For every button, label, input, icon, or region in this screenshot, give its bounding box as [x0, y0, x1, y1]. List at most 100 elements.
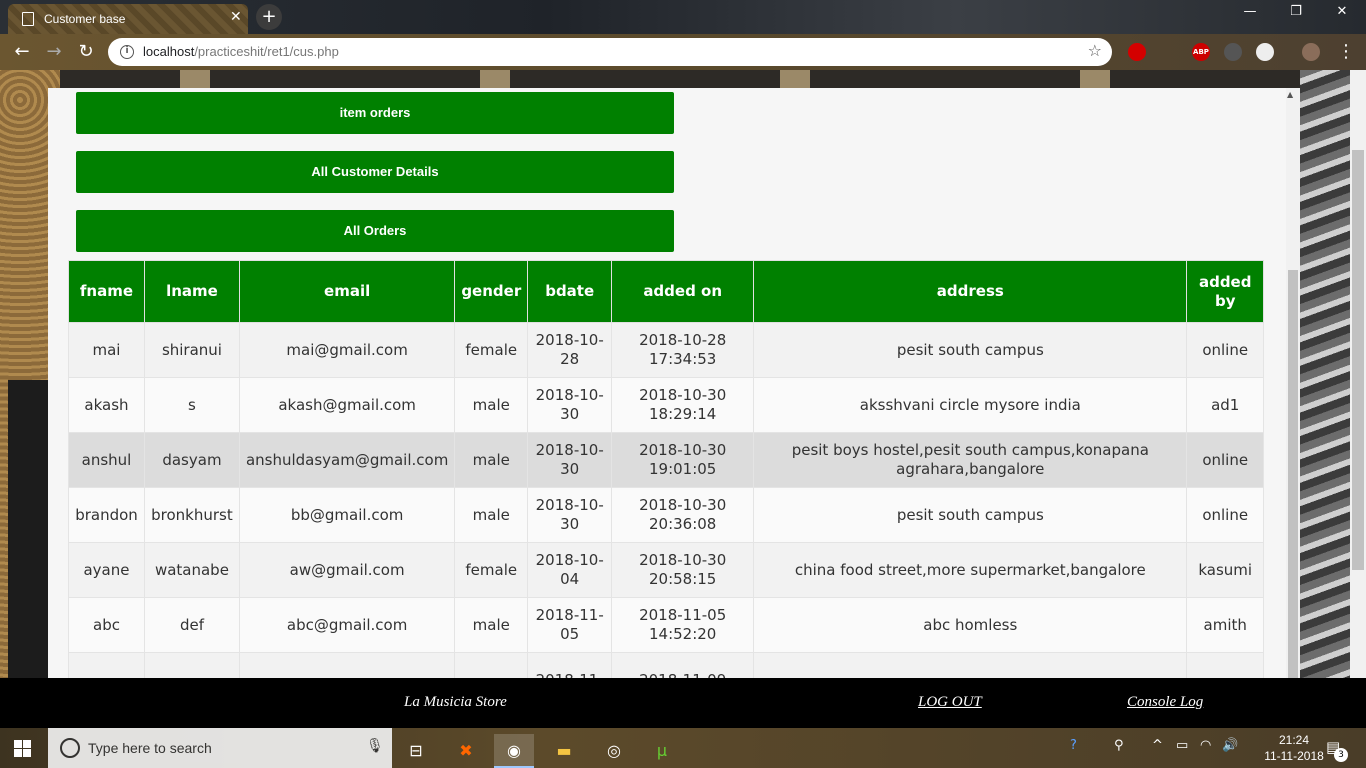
- cell-lname: bronkhurst: [143, 487, 240, 543]
- cell-lname: def: [143, 597, 240, 653]
- header-email[interactable]: email: [238, 260, 456, 323]
- tab-title: Customer base: [44, 12, 126, 26]
- cell-added-on: 2018-11-05 14:52:20: [611, 597, 755, 653]
- content-panel: item orders All Customer Details All Ord…: [48, 88, 1300, 678]
- battery-icon[interactable]: ▭: [1176, 738, 1188, 753]
- info-icon[interactable]: i: [120, 45, 134, 59]
- media-player-icon[interactable]: ◎: [594, 734, 634, 768]
- header-address[interactable]: address: [753, 260, 1188, 323]
- inner-scrollbar-thumb[interactable]: [1288, 270, 1298, 678]
- search-placeholder: Type here to search: [88, 740, 212, 756]
- cell-lname: shiranui: [143, 322, 240, 378]
- scroll-up-arrow-icon[interactable]: ▲: [1287, 90, 1293, 99]
- close-window-icon[interactable]: ✕: [1330, 4, 1354, 19]
- cell-added-on: 2018-11-09: [611, 652, 755, 678]
- address-bar[interactable]: i localhost/practiceshit/ret1/cus.php ☆: [108, 38, 1112, 66]
- close-tab-icon[interactable]: ✕: [230, 9, 242, 25]
- cell-email: anshuldasyam@gmail.com: [238, 432, 456, 488]
- header-bdate[interactable]: bdate: [527, 260, 613, 323]
- cell-added-by: online: [1186, 322, 1264, 378]
- store-name: La Musicia Store: [404, 694, 507, 710]
- cell-gender: female: [454, 322, 529, 378]
- header-gender[interactable]: gender: [454, 260, 529, 323]
- cell-fname: mai: [68, 322, 145, 378]
- background-right: [1300, 70, 1350, 678]
- windows-taskbar: Type here to search 🎙 ⊟ ✖ ◉ ▬ ◎ µ ? ⚲ ^ …: [0, 728, 1366, 768]
- cell-added-on: 2018-10-30 19:01:05: [611, 432, 755, 488]
- back-arrow-icon[interactable]: ←: [10, 40, 34, 64]
- customer-table: fname lname email gender bdate added on …: [68, 260, 1264, 678]
- wifi-icon[interactable]: ◠: [1200, 738, 1211, 753]
- restore-icon[interactable]: ❐: [1284, 4, 1308, 19]
- item-orders-button[interactable]: item orders: [76, 92, 674, 134]
- profile-avatar[interactable]: [1302, 43, 1320, 61]
- cell-fname: akash: [68, 377, 145, 433]
- cell-added-on: 2018-10-30 18:29:14: [611, 377, 755, 433]
- all-customer-details-button[interactable]: All Customer Details: [76, 151, 674, 193]
- cell-gender: male: [454, 487, 529, 543]
- cell-lname: [143, 652, 240, 678]
- extension-icon[interactable]: [1224, 43, 1242, 61]
- page-scrollbar-thumb[interactable]: [1352, 150, 1364, 570]
- cell-fname: abc: [68, 597, 145, 653]
- utorrent-icon[interactable]: µ: [642, 734, 682, 768]
- extension-stop-icon[interactable]: [1128, 43, 1146, 61]
- volume-icon[interactable]: 🔊: [1222, 738, 1238, 753]
- console-log-link[interactable]: Console Log: [1127, 694, 1203, 711]
- table-row: ayane watanabe aw@gmail.com female 2018-10-0…: [68, 542, 1264, 598]
- cell-email: abc@gmail.com: [238, 597, 456, 653]
- extension-face-icon[interactable]: [1256, 43, 1274, 61]
- table-row: akash s akash@gmail.com male 2018-10-30 2018-…: [68, 377, 1264, 433]
- bookmark-star-icon[interactable]: ☆: [1088, 41, 1102, 60]
- cell-gender: female: [454, 542, 529, 598]
- header-fname[interactable]: fname: [68, 260, 145, 323]
- cell-address: pesit boys hostel,pesit south campus,kon…: [753, 432, 1188, 488]
- logout-link[interactable]: LOG OUT: [918, 694, 982, 711]
- cell-gender: male: [454, 432, 529, 488]
- cell-gender: male: [454, 377, 529, 433]
- cell-email: akash@gmail.com: [238, 377, 456, 433]
- browser-toolbar: ← → ↻ i localhost/practiceshit/ret1/cus.…: [0, 34, 1366, 70]
- cell-gender: [454, 652, 529, 678]
- forward-arrow-icon[interactable]: →: [42, 40, 66, 64]
- new-tab-button[interactable]: +: [256, 4, 282, 30]
- cell-added-by: kasumi: [1186, 542, 1264, 598]
- cell-fname: [68, 652, 145, 678]
- xampp-icon[interactable]: ✖: [446, 734, 486, 768]
- taskbar-clock[interactable]: 21:24 11-11-2018: [1262, 732, 1326, 764]
- chrome-icon[interactable]: ◉: [494, 734, 534, 768]
- adblock-icon[interactable]: ABP: [1192, 43, 1210, 61]
- table-row: 2018-11-2018-11-09: [68, 652, 1264, 678]
- cell-lname: watanabe: [143, 542, 240, 598]
- background-top: [60, 70, 1300, 90]
- minimize-icon[interactable]: —: [1238, 4, 1262, 19]
- cell-address: pesit south campus: [753, 322, 1188, 378]
- task-view-icon[interactable]: ⊟: [396, 734, 436, 768]
- people-icon[interactable]: ⚲: [1114, 738, 1124, 753]
- header-lname[interactable]: lname: [143, 260, 240, 323]
- cell-bdate: 2018-11-05: [527, 597, 613, 653]
- cell-bdate: 2018-10-30: [527, 432, 613, 488]
- menu-icon[interactable]: ⋮: [1334, 40, 1358, 64]
- cell-gender: male: [454, 597, 529, 653]
- header-added-by[interactable]: added by: [1186, 260, 1264, 323]
- file-explorer-icon[interactable]: ▬: [544, 734, 584, 768]
- table-row: anshul dasyam anshuldasyam@gmail.com male 20…: [68, 432, 1264, 488]
- browser-tab[interactable]: Customer base ✕: [8, 4, 248, 34]
- help-icon[interactable]: ?: [1070, 738, 1077, 753]
- background-left-dark: [8, 380, 50, 678]
- taskbar-search-box[interactable]: Type here to search 🎙: [48, 728, 392, 768]
- cell-added-by: amith: [1186, 597, 1264, 653]
- site-footer: La Musicia Store LOG OUT Console Log: [0, 678, 1366, 728]
- cell-address: abc homless: [753, 597, 1188, 653]
- cell-address: china food street,more supermarket,banga…: [753, 542, 1188, 598]
- header-added-on[interactable]: added on: [611, 260, 755, 323]
- all-orders-button[interactable]: All Orders: [76, 210, 674, 252]
- windows-start-icon[interactable]: [14, 740, 32, 758]
- cell-bdate: 2018-10-04: [527, 542, 613, 598]
- reload-icon[interactable]: ↻: [74, 40, 98, 64]
- microphone-icon[interactable]: 🎙: [366, 738, 384, 754]
- chevron-up-icon[interactable]: ^: [1152, 738, 1163, 753]
- cortana-icon: [60, 738, 80, 758]
- page-viewport: item orders All Customer Details All Ord…: [0, 70, 1366, 678]
